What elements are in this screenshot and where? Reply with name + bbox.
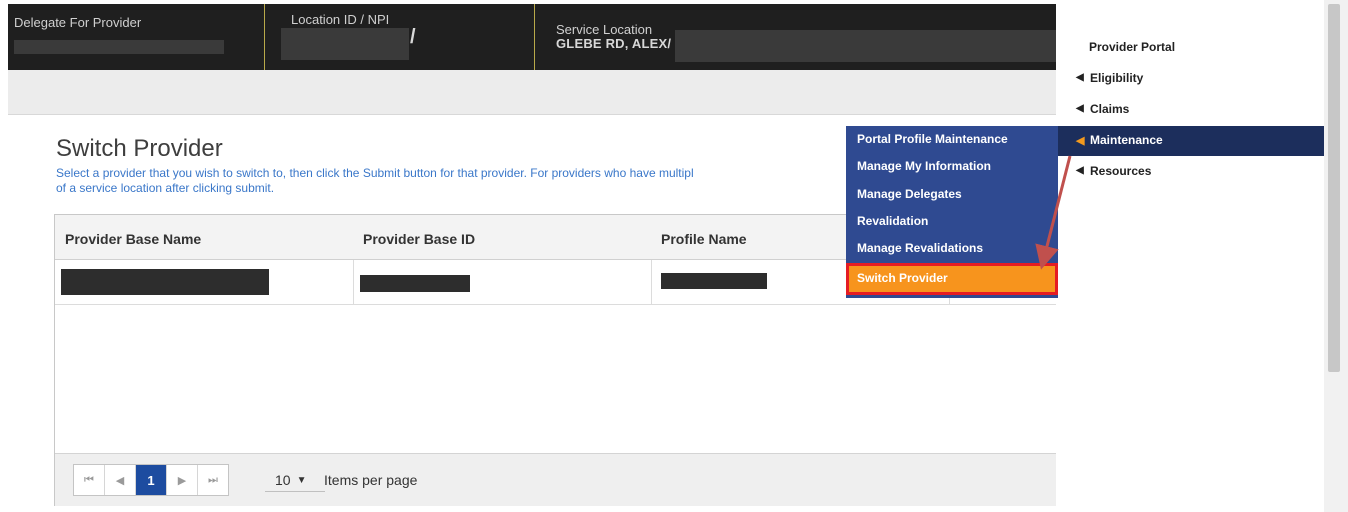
pager-buttons: ⏮ ◀ 1 ▶ ⏭: [73, 464, 229, 496]
page-size-select[interactable]: 10 ▼: [265, 469, 325, 492]
provider-context-header: Delegate For Provider Location ID / NPI …: [8, 4, 1059, 70]
nav-item-label: Maintenance: [1090, 133, 1163, 147]
navigation-panel: Provider Portal ◀ Eligibility ◀ Claims ◀…: [1056, 0, 1324, 512]
description-line-2: of a service location after clicking sub…: [56, 181, 275, 195]
nav-item-label: Resources: [1090, 164, 1152, 178]
submenu-item-manage-delegates[interactable]: Manage Delegates: [846, 181, 1058, 209]
toolbar-area: [8, 70, 1056, 115]
column-header-provider-base-id[interactable]: Provider Base ID: [363, 231, 475, 247]
prev-page-icon[interactable]: ◀: [105, 465, 136, 495]
nav-item-eligibility[interactable]: ◀ Eligibility: [1056, 64, 1324, 94]
nav-item-maintenance[interactable]: ◀ Maintenance: [1056, 126, 1324, 156]
delegate-label: Delegate For Provider: [14, 15, 142, 30]
first-page-icon[interactable]: ⏮: [74, 465, 105, 495]
nav-item-claims[interactable]: ◀ Claims: [1056, 95, 1324, 125]
redacted-provider-base-id: [360, 275, 470, 292]
submenu-item-label: Manage My Information: [857, 159, 992, 173]
description-line-1: Select a provider that you wish to switc…: [56, 166, 694, 180]
submenu-item-label: Switch Provider: [857, 271, 948, 285]
caret-left-icon: ◀: [1076, 72, 1084, 83]
caret-left-icon: ◀: [1076, 165, 1084, 176]
redacted-service-location: [675, 30, 1059, 62]
page-title: Switch Provider: [56, 135, 223, 162]
nav-item-label: Claims: [1090, 102, 1130, 116]
chevron-down-icon: ▼: [296, 474, 307, 486]
service-location-label: Service Location: [556, 22, 653, 37]
submenu-item-switch-provider[interactable]: Switch Provider: [846, 263, 1058, 295]
page-number-current[interactable]: 1: [136, 465, 167, 495]
submenu-item-manage-my-information[interactable]: Manage My Information: [846, 153, 1058, 181]
column-header-provider-base-name[interactable]: Provider Base Name: [65, 231, 201, 247]
items-per-page-label: Items per page: [324, 472, 418, 488]
delegate-cell: Delegate For Provider: [8, 4, 264, 70]
submenu-item-label: Manage Delegates: [857, 187, 962, 201]
redacted-delegate-name: [14, 40, 224, 54]
location-value: /: [410, 26, 416, 48]
nav-item-label: Eligibility: [1090, 71, 1144, 85]
submenu-item-portal-profile-maintenance[interactable]: Portal Profile Maintenance: [846, 126, 1058, 154]
submenu-item-label: Revalidation: [857, 214, 929, 228]
page-scrollbar[interactable]: [1324, 0, 1348, 512]
submenu-item-manage-revalidations[interactable]: Manage Revalidations: [846, 235, 1058, 263]
redacted-location-id: [281, 28, 409, 60]
scrollbar-thumb[interactable]: [1328, 4, 1340, 372]
column-divider: [651, 260, 652, 304]
next-page-icon[interactable]: ▶: [167, 465, 198, 495]
location-label: Location ID / NPI: [291, 12, 390, 27]
redacted-provider-base-name: [61, 269, 269, 295]
service-location-value: GLEBE RD, ALEX/: [556, 36, 672, 51]
nav-item-resources[interactable]: ◀ Resources: [1056, 157, 1324, 187]
page-size-value: 10: [275, 472, 291, 488]
submenu-item-label: Manage Revalidations: [857, 241, 984, 255]
nav-title[interactable]: Provider Portal: [1089, 40, 1175, 54]
caret-left-icon: ◀: [1076, 135, 1085, 147]
column-header-profile-name[interactable]: Profile Name: [661, 231, 747, 247]
maintenance-submenu: Portal Profile Maintenance Manage My Inf…: [846, 126, 1058, 298]
location-cell: Location ID / NPI /: [264, 4, 535, 70]
redacted-profile-name: [661, 273, 767, 289]
submenu-item-label: Portal Profile Maintenance: [857, 132, 1008, 146]
grid-pager: ⏮ ◀ 1 ▶ ⏭ 10 ▼ Items per page: [55, 453, 1057, 506]
submenu-item-revalidation[interactable]: Revalidation: [846, 208, 1058, 236]
column-divider: [353, 260, 354, 304]
last-page-icon[interactable]: ⏭: [198, 465, 228, 495]
page-description: Select a provider that you wish to switc…: [56, 166, 836, 196]
caret-left-icon: ◀: [1076, 103, 1084, 114]
service-location-cell: Service Location GLEBE RD, ALEX/: [534, 4, 1059, 70]
